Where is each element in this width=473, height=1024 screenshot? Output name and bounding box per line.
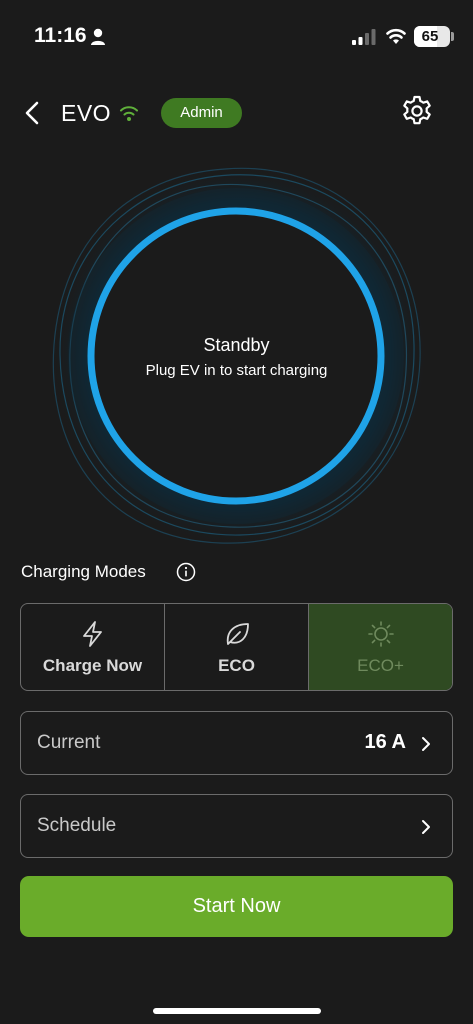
status-subtitle: Plug EV in to start charging	[145, 362, 328, 379]
info-icon[interactable]	[176, 562, 196, 582]
mode-eco[interactable]: ECO	[164, 604, 308, 690]
schedule-label: Schedule	[37, 815, 117, 836]
mode-label: ECO	[218, 656, 255, 675]
person-icon	[91, 28, 105, 45]
current-label: Current	[37, 732, 101, 753]
charging-mode-selector: Charge Now ECO ECO+	[20, 603, 453, 691]
mode-label: Charge Now	[42, 656, 143, 675]
current-row[interactable]: Current 16 A	[20, 711, 453, 775]
home-indicator[interactable]	[153, 1008, 321, 1014]
status-bar: 11:16 65	[0, 0, 473, 72]
leaf-icon	[226, 623, 249, 645]
device-name: EVO	[61, 100, 112, 126]
admin-badge: Admin	[161, 98, 242, 128]
current-value: 16 A	[364, 731, 406, 753]
sun-icon	[367, 621, 394, 647]
lightning-icon	[82, 621, 102, 647]
mode-charge-now[interactable]: Charge Now	[21, 604, 164, 690]
charging-modes-label: Charging Modes	[21, 562, 146, 581]
chevron-right-icon	[422, 737, 430, 751]
status-title: Standby	[203, 335, 270, 355]
start-now-button[interactable]: Start Now	[20, 876, 453, 937]
back-icon[interactable]	[22, 100, 44, 126]
mode-eco-plus[interactable]: ECO+	[308, 604, 452, 690]
battery-percent: 65	[421, 28, 439, 45]
battery-tip	[451, 32, 454, 41]
chevron-right-icon	[422, 820, 430, 834]
settings-icon[interactable]	[400, 94, 434, 128]
battery-indicator: 65	[414, 26, 450, 47]
mode-label: ECO+	[357, 656, 404, 675]
schedule-row[interactable]: Schedule	[20, 794, 453, 858]
status-time: 11:16	[34, 24, 87, 47]
device-wifi-icon	[120, 106, 138, 121]
wifi-icon	[386, 28, 406, 44]
signal-icon	[352, 29, 376, 45]
